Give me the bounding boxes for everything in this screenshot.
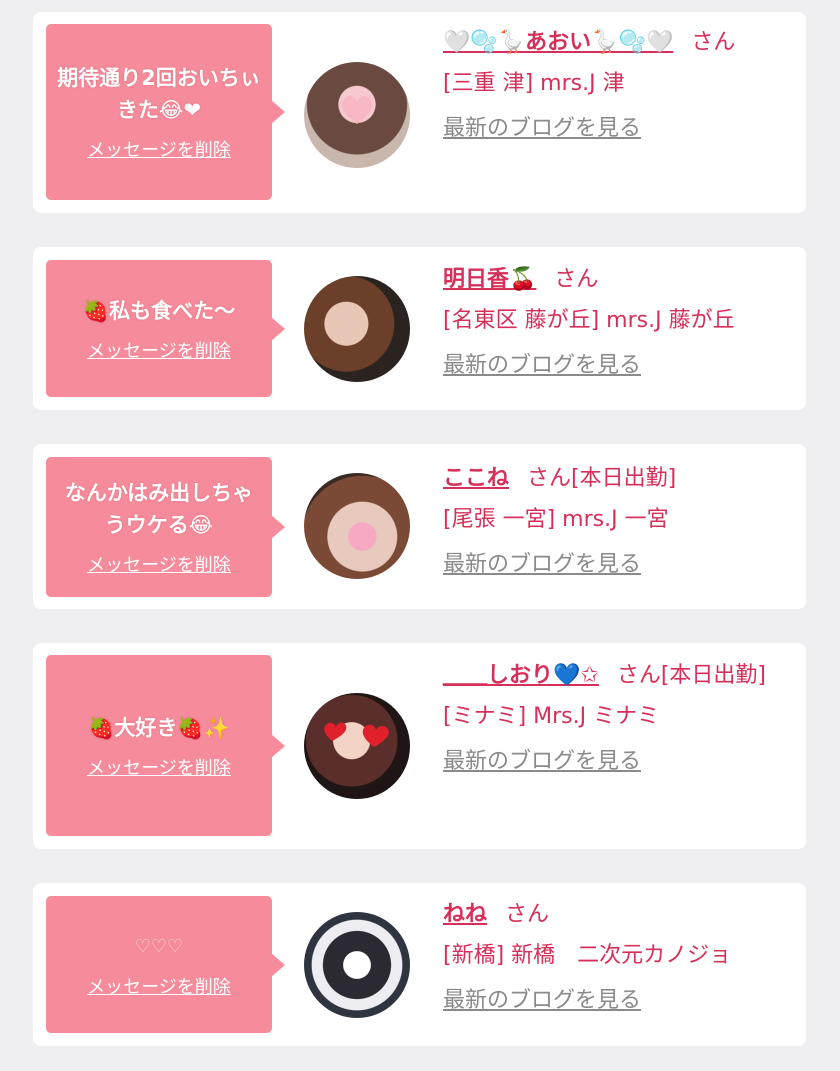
- girl-name-link[interactable]: 明日香🍒: [443, 267, 536, 292]
- message-text: ♡♡♡: [134, 935, 184, 957]
- message-bubble: ♡♡♡ メッセージを削除: [46, 896, 285, 1033]
- girl-info: 🤍🫧🪿あおい🪿🫧🤍 さん [三重 津] mrs.J 津 最新のブログを見る: [443, 22, 792, 149]
- status-label: [本日出勤]: [660, 663, 767, 688]
- message-text: 🍓大好き🍓✨: [88, 715, 230, 740]
- girl-info: 明日香🍒 さん [名東区 藤が丘] mrs.J 藤が丘 最新のブログを見る: [443, 259, 792, 386]
- san-suffix: さん: [554, 267, 599, 292]
- message-text: 期待通り2回おいちぃきた😂❤: [57, 66, 261, 122]
- latest-blog-link[interactable]: 最新のブログを見る: [443, 108, 641, 149]
- delete-message-link[interactable]: メッセージを削除: [87, 337, 231, 363]
- shop-label: [尾張 一宮] mrs.J 一宮: [443, 507, 669, 532]
- favorite-card: 🍓大好き🍓✨ メッセージを削除 ＿＿しおり💙✩ さん[本日出勤] [ミナミ] Mr…: [33, 643, 806, 849]
- delete-message-link[interactable]: メッセージを削除: [87, 551, 231, 577]
- girl-name-link[interactable]: ここね: [443, 466, 509, 491]
- message-text: なんかはみ出しちゃうウケる😂: [64, 481, 254, 537]
- heart-sticker-icon: [341, 95, 373, 124]
- message-text: 🍓私も食べた〜: [82, 298, 236, 323]
- shop-label: [三重 津] mrs.J 津: [443, 71, 625, 96]
- delete-message-link[interactable]: メッセージを削除: [87, 136, 231, 162]
- san-suffix: さん: [527, 466, 572, 491]
- shop-label: [名東区 藤が丘] mrs.J 藤が丘: [443, 308, 735, 333]
- latest-blog-link[interactable]: 最新のブログを見る: [443, 345, 641, 386]
- delete-message-link[interactable]: メッセージを削除: [87, 754, 231, 780]
- girl-info: ここね さん[本日出勤] [尾張 一宮] mrs.J 一宮 最新のブログを見る: [443, 458, 792, 585]
- avatar[interactable]: [304, 276, 410, 382]
- latest-blog-link[interactable]: 最新のブログを見る: [443, 980, 641, 1021]
- message-bubble: 🍓大好き🍓✨ メッセージを削除: [46, 655, 285, 836]
- favorite-card: 期待通り2回おいちぃきた😂❤ メッセージを削除 🤍🫧🪿あおい🪿🫧🤍 さん [三重 …: [33, 12, 806, 213]
- favorite-card: 🍓私も食べた〜 メッセージを削除 明日香🍒 さん [名東区 藤が丘] mrs.J …: [33, 247, 806, 410]
- girl-name-link[interactable]: ねね: [443, 902, 487, 927]
- girl-info: ねね さん [新橋] 新橋 二次元カノジョ 最新のブログを見る: [443, 894, 792, 1021]
- girl-name-link[interactable]: 🤍🫧🪿あおい🪿🫧🤍: [443, 30, 673, 55]
- shop-label: [ミナミ] Mrs.J ミナミ: [443, 704, 660, 729]
- heart-sticker-icon: [324, 722, 389, 747]
- shop-label: [新橋] 新橋 二次元カノジョ: [443, 943, 732, 968]
- avatar[interactable]: [304, 912, 410, 1018]
- avatar[interactable]: [304, 693, 410, 799]
- avatar[interactable]: [304, 62, 410, 168]
- favorite-card: なんかはみ出しちゃうウケる😂 メッセージを削除 ここね さん[本日出勤] [尾張 …: [33, 444, 806, 609]
- san-suffix: さん: [616, 663, 661, 688]
- latest-blog-link[interactable]: 最新のブログを見る: [443, 741, 641, 782]
- girl-name-link[interactable]: ＿＿しおり💙✩: [443, 663, 599, 688]
- avatar[interactable]: [304, 473, 410, 579]
- favorite-card: ♡♡♡ メッセージを削除 ねね さん [新橋] 新橋 二次元カノジョ 最新のブログ…: [33, 883, 806, 1046]
- latest-blog-link[interactable]: 最新のブログを見る: [443, 544, 641, 585]
- status-label: [本日出勤]: [571, 466, 677, 491]
- message-bubble: 🍓私も食べた〜 メッセージを削除: [46, 260, 285, 397]
- san-suffix: さん: [691, 30, 736, 55]
- message-bubble: なんかはみ出しちゃうウケる😂 メッセージを削除: [46, 457, 285, 597]
- delete-message-link[interactable]: メッセージを削除: [87, 973, 231, 999]
- san-suffix: さん: [505, 902, 550, 927]
- girl-info: ＿＿しおり💙✩ さん[本日出勤] [ミナミ] Mrs.J ミナミ 最新のブログを見…: [443, 655, 792, 782]
- message-bubble: 期待通り2回おいちぃきた😂❤ メッセージを削除: [46, 24, 285, 200]
